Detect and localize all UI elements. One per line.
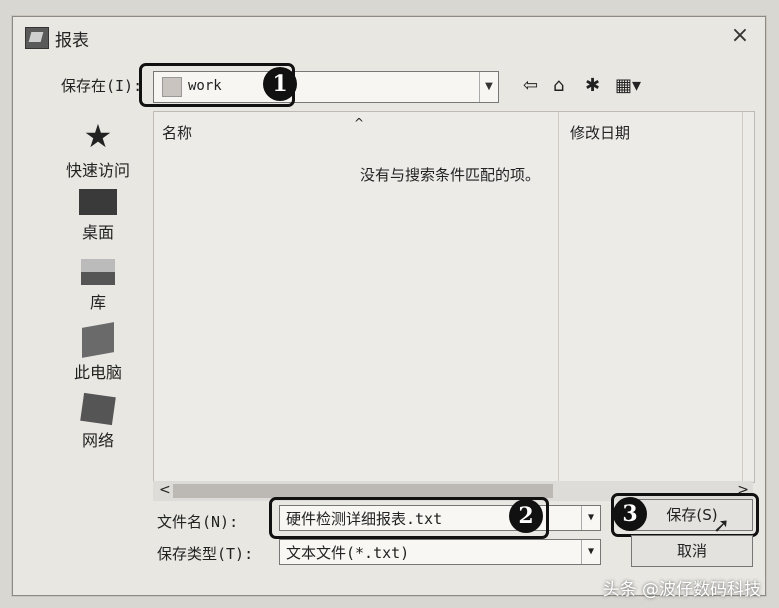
computer-icon	[82, 322, 114, 358]
place-label: 桌面	[81, 223, 114, 242]
places-bar: ★ 快速访问 桌面 库 此电脑 网络	[43, 111, 153, 481]
chevron-down-icon[interactable]: ▼	[581, 506, 600, 530]
back-arrow-icon[interactable]: ⇦	[523, 75, 538, 96]
column-divider	[558, 112, 559, 482]
empty-message: 没有与搜索条件匹配的项。	[360, 166, 541, 184]
column-name[interactable]: 名称	[162, 122, 192, 143]
place-this-pc[interactable]: 此电脑	[43, 322, 153, 383]
place-desktop[interactable]: 桌面	[43, 189, 153, 243]
file-type-value: 文本文件(*.txt)	[286, 544, 410, 562]
cancel-button[interactable]: 取消	[631, 535, 753, 567]
new-folder-icon[interactable]: ✱	[585, 75, 600, 96]
title-bar: 报表 ×	[13, 17, 765, 57]
network-icon	[80, 392, 116, 426]
up-folder-icon[interactable]: ⌂	[553, 75, 564, 96]
app-icon	[25, 27, 49, 49]
file-type-label: 保存类型(T):	[157, 545, 254, 563]
place-label: 库	[89, 293, 106, 312]
cursor-icon: ➚	[713, 513, 730, 537]
place-label: 快速访问	[65, 161, 130, 180]
chevron-down-icon[interactable]: ▼	[581, 540, 600, 564]
callout-badge-1: 1	[263, 67, 297, 101]
close-icon[interactable]: ×	[727, 23, 753, 49]
place-network[interactable]: 网络	[43, 392, 153, 451]
column-modified[interactable]: 修改日期	[570, 122, 630, 143]
save-in-label: 保存在(I):	[61, 77, 143, 95]
scroll-left-icon[interactable]: <	[159, 482, 171, 498]
library-icon	[81, 259, 115, 285]
save-dialog: 报表 × 保存在(I): work ▼ 1 ⇦ ⌂ ✱ ▦▾ ★ 快速访问 桌面…	[12, 16, 766, 596]
watermark: 头条 @波仔数码科技	[602, 580, 761, 600]
chevron-down-icon[interactable]: ▼	[479, 72, 498, 102]
star-icon: ★	[83, 117, 113, 155]
place-quick-access[interactable]: ★ 快速访问	[43, 119, 153, 181]
place-label: 此电脑	[73, 363, 122, 382]
view-menu-icon[interactable]: ▦▾	[615, 75, 641, 96]
place-label: 网络	[81, 431, 114, 450]
sort-chevron-icon: ^	[354, 116, 365, 130]
file-list[interactable]: 名称 ^ 修改日期 没有与搜索条件匹配的项。	[153, 111, 755, 483]
window-title: 报表	[55, 31, 89, 51]
file-name-label: 文件名(N):	[157, 513, 239, 531]
callout-box-2	[269, 497, 549, 539]
place-library[interactable]: 库	[43, 259, 153, 313]
column-divider	[742, 112, 743, 482]
desktop-icon	[79, 189, 117, 215]
file-type-select[interactable]: 文本文件(*.txt) ▼	[279, 539, 601, 565]
callout-badge-3: 3	[613, 497, 647, 531]
callout-badge-2: 2	[509, 499, 543, 533]
scroll-thumb[interactable]	[173, 484, 553, 498]
